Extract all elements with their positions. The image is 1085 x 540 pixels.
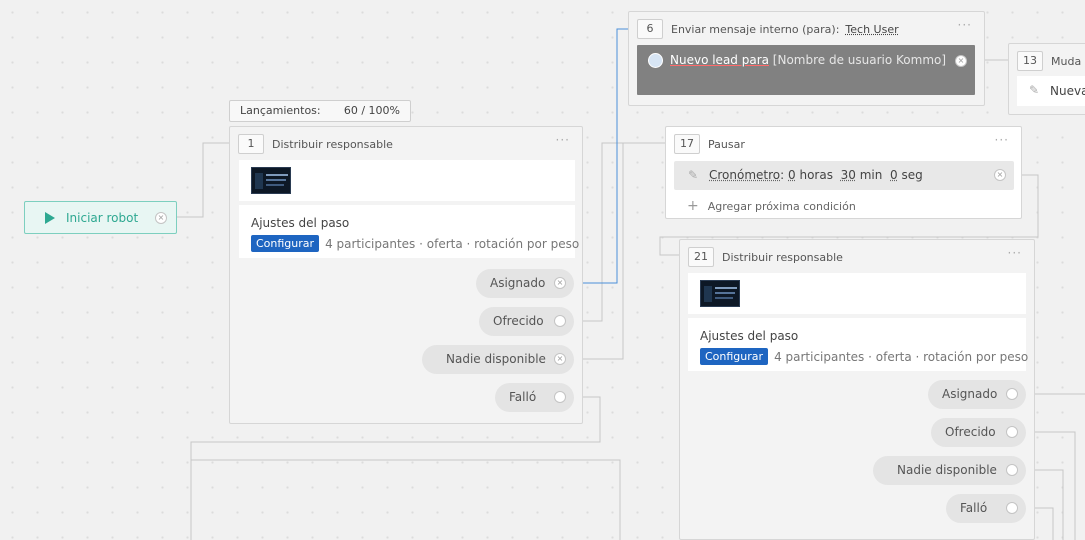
step-1-settings-box: Ajustes del paso Configurar 4 participan…	[239, 205, 575, 258]
settings-summary-row: Configurar 4 participantes · oferta · ro…	[251, 235, 579, 252]
play-icon	[45, 212, 55, 224]
step-1-output-nadie[interactable]: Nadie disponible ×	[422, 345, 574, 374]
settings-summary: 4 participantes · oferta · rotación por …	[325, 237, 579, 251]
output-port-icon[interactable]	[1006, 426, 1018, 438]
close-icon[interactable]: ×	[155, 212, 167, 224]
step-21-output-fallo[interactable]: Falló	[946, 494, 1026, 523]
output-port-icon[interactable]	[1006, 388, 1018, 400]
step-title: Muda	[1051, 55, 1081, 68]
step-number: 1	[238, 134, 264, 154]
step-menu-icon[interactable]: ···	[958, 18, 972, 32]
step-1-image-box	[239, 160, 575, 201]
step-title: Pausar	[708, 138, 745, 151]
start-robot-label: Iniciar robot	[66, 211, 138, 225]
settings-title: Ajustes del paso	[251, 216, 349, 230]
thumbnail-image	[251, 167, 291, 194]
pencil-icon: ✎	[688, 168, 698, 182]
close-icon[interactable]: ×	[554, 353, 566, 365]
close-icon[interactable]: ×	[955, 55, 967, 67]
step-21-settings-box: Ajustes del paso Configurar 4 participan…	[688, 318, 1026, 371]
step-6-header: 6 Enviar mensaje interno (para): Tech Us…	[637, 19, 899, 39]
output-port-icon[interactable]	[554, 391, 566, 403]
step-menu-icon[interactable]: ···	[556, 133, 570, 147]
output-port-icon[interactable]	[1006, 502, 1018, 514]
wire-start-to-step1	[168, 143, 230, 217]
step-title: Distribuir responsable	[722, 251, 843, 264]
timer-text: Cronómetro: 0 horas 30 min 0 seg	[709, 168, 923, 182]
step-number: 21	[688, 247, 714, 267]
step-21-output-ofrecido[interactable]: Ofrecido	[931, 418, 1026, 447]
close-icon[interactable]: ×	[554, 277, 566, 289]
settings-summary: 4 participantes · oferta · rotación por …	[774, 350, 1028, 364]
start-robot-node[interactable]: Iniciar robot ×	[24, 201, 177, 234]
step-1-output-ofrecido[interactable]: Ofrecido	[479, 307, 574, 336]
launch-value: 60 / 100%	[344, 101, 400, 121]
close-icon[interactable]: ×	[994, 169, 1006, 181]
timer-condition[interactable]: ✎ Cronómetro: 0 horas 30 min 0 seg ×	[674, 161, 1014, 190]
step-21-output-nadie[interactable]: Nadie disponible	[873, 456, 1026, 485]
step-number: 6	[637, 19, 663, 39]
step-1-output-fallo[interactable]: Falló	[495, 383, 574, 412]
step-13-content: ✎ Nueva	[1017, 76, 1085, 106]
step-number: 13	[1017, 51, 1043, 71]
message-text: Nuevo lead para [Nombre de usuario Kommo…	[670, 53, 946, 67]
thumbnail-image	[700, 280, 740, 307]
plus-icon: +	[687, 198, 699, 214]
step-13-header: 13 Muda	[1017, 51, 1081, 71]
launch-label: Lançamientos:	[240, 104, 321, 117]
output-port-icon[interactable]	[554, 315, 566, 327]
pencil-icon: ✎	[1029, 83, 1039, 97]
settings-title: Ajustes del paso	[700, 329, 798, 343]
step-title: Distribuir responsable	[272, 138, 393, 151]
step-21-image-box	[688, 273, 1026, 314]
configure-button[interactable]: Configurar	[251, 235, 319, 252]
wire-left-long	[191, 460, 620, 540]
add-next-condition[interactable]: + Agregar próxima condición	[687, 198, 856, 214]
configure-button[interactable]: Configurar	[700, 348, 768, 365]
step-menu-icon[interactable]: ···	[995, 133, 1009, 147]
step-number: 17	[674, 134, 700, 154]
step-21-output-asignado[interactable]: Asignado	[928, 380, 1026, 409]
step-21-header: 21 Distribuir responsable	[688, 247, 843, 267]
step-title: Enviar mensaje interno (para):	[671, 23, 839, 36]
output-port-icon[interactable]	[1006, 464, 1018, 476]
avatar-icon	[648, 53, 663, 68]
step-1-output-asignado[interactable]: Asignado ×	[476, 269, 574, 298]
message-preview[interactable]: Nuevo lead para [Nombre de usuario Kommo…	[637, 45, 975, 95]
step-17-header: 17 Pausar	[674, 134, 745, 154]
launch-counter: Lançamientos: 60 / 100%	[229, 100, 411, 122]
step-1-header: 1 Distribuir responsable	[238, 134, 393, 154]
step-13-text: Nueva	[1050, 84, 1085, 98]
step-menu-icon[interactable]: ···	[1008, 246, 1022, 260]
settings-summary-row: Configurar 4 participantes · oferta · ro…	[700, 348, 1028, 365]
step-13-change[interactable]: 13 Muda ✎ Nueva	[1008, 43, 1085, 115]
message-recipient[interactable]: Tech User	[845, 23, 898, 36]
